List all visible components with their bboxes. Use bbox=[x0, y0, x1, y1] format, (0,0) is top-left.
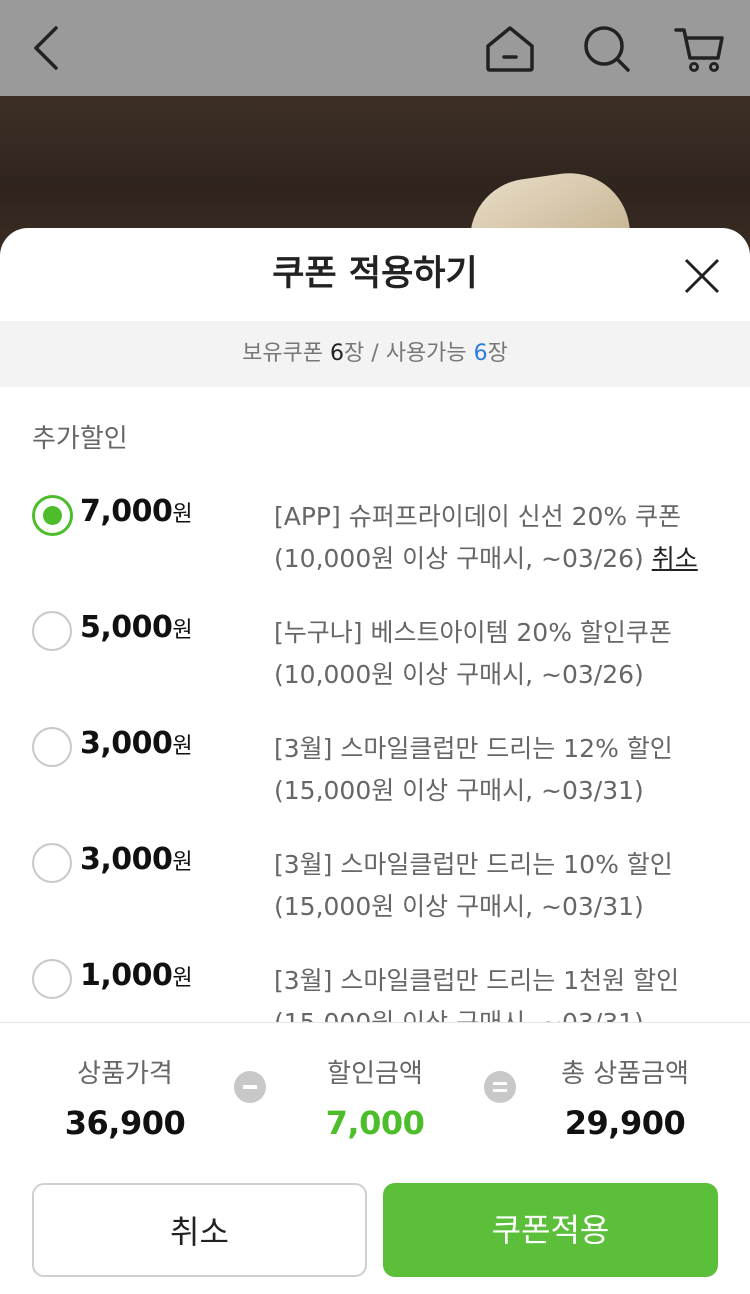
total-price-label: 총 상품금액 bbox=[561, 1059, 689, 1089]
coupon-count-summary: 보유쿠폰 6장 / 사용가능 6장 bbox=[0, 321, 750, 387]
coupon-item[interactable]: 5,000원 [누구나] 베스트아이템 20% 할인쿠폰 (10,000원 이상… bbox=[0, 606, 750, 722]
coupon-title: [3월] 스마일클럽만 드리는 12% 할인 bbox=[274, 734, 673, 763]
apply-coupon-button[interactable]: 쿠폰적용 bbox=[383, 1183, 718, 1277]
coupon-amount-unit: 원 bbox=[172, 618, 193, 643]
coupon-cancel-link[interactable]: 취소 bbox=[652, 544, 698, 573]
usable-count: 6 bbox=[473, 341, 488, 366]
owned-label: 보유쿠폰 bbox=[242, 341, 331, 366]
coupon-amount-value: 3,000 bbox=[80, 842, 173, 877]
owned-unit: 장 bbox=[344, 341, 365, 366]
radio-button[interactable] bbox=[32, 611, 72, 651]
coupon-amount: 3,000원 bbox=[80, 842, 193, 877]
discount-block: 할인금액 7,000 bbox=[250, 1053, 500, 1142]
coupon-amount-value: 5,000 bbox=[80, 610, 173, 645]
home-icon[interactable] bbox=[482, 20, 538, 76]
product-price-value: 36,900 bbox=[64, 1104, 186, 1142]
radio-button[interactable] bbox=[32, 727, 72, 767]
discount-label: 할인금액 bbox=[327, 1059, 423, 1089]
coupon-title: [누구나] 베스트아이템 20% 할인쿠폰 bbox=[274, 618, 672, 647]
summary-separator: / bbox=[364, 341, 386, 366]
coupon-amount: 5,000원 bbox=[80, 610, 193, 645]
discount-value: 7,000 bbox=[325, 1104, 425, 1142]
coupon-amount-unit: 원 bbox=[172, 734, 193, 759]
coupon-description: [3월] 스마일클럽만 드리는 12% 할인 (15,000원 이상 구매시, … bbox=[274, 728, 734, 812]
price-totals: 상품가격 36,900 할인금액 7,000 총 상품금액 29,900 bbox=[0, 1022, 750, 1171]
coupon-title: [APP] 슈퍼프라이데이 신선 20% 쿠폰 bbox=[274, 502, 682, 531]
coupon-amount-value: 3,000 bbox=[80, 726, 173, 761]
radio-button[interactable] bbox=[32, 959, 72, 999]
total-price-value: 29,900 bbox=[564, 1104, 686, 1142]
coupon-amount: 3,000원 bbox=[80, 726, 193, 761]
coupon-condition: (15,000원 이상 구매시, ~03/31) bbox=[274, 892, 644, 921]
coupon-item[interactable]: 7,000원 [APP] 슈퍼프라이데이 신선 20% 쿠폰 (10,000원 … bbox=[0, 490, 750, 606]
coupon-description: [누구나] 베스트아이템 20% 할인쿠폰 (10,000원 이상 구매시, ~… bbox=[274, 612, 734, 696]
coupon-title: [3월] 스마일클럽만 드리는 1천원 할인 bbox=[274, 966, 680, 995]
coupon-condition: (10,000원 이상 구매시, ~03/26) bbox=[274, 660, 644, 689]
coupon-title: [3월] 스마일클럽만 드리는 10% 할인 bbox=[274, 850, 673, 879]
coupon-item[interactable]: 3,000원 [3월] 스마일클럽만 드리는 12% 할인 (15,000원 이… bbox=[0, 722, 750, 838]
coupon-description: [APP] 슈퍼프라이데이 신선 20% 쿠폰 (10,000원 이상 구매시,… bbox=[274, 496, 734, 580]
coupon-condition-text: (10,000원 이상 구매시, ~03/26) bbox=[274, 544, 652, 573]
coupon-amount: 7,000원 bbox=[80, 494, 193, 529]
coupon-condition: (15,000원 이상 구매시, ~03/31) bbox=[274, 776, 644, 805]
section-title: 추가할인 bbox=[32, 424, 128, 454]
coupon-bottom-sheet: 쿠폰 적용하기 보유쿠폰 6장 / 사용가능 6장 추가할인 7,000원 [A… bbox=[0, 228, 750, 1294]
coupon-item[interactable]: 3,000원 [3월] 스마일클럽만 드리는 10% 할인 (15,000원 이… bbox=[0, 838, 750, 954]
coupon-description: [3월] 스마일클럽만 드리는 10% 할인 (15,000원 이상 구매시, … bbox=[274, 844, 734, 928]
owned-count: 6 bbox=[330, 341, 345, 366]
product-price-label: 상품가격 bbox=[77, 1059, 173, 1089]
coupon-amount-unit: 원 bbox=[172, 502, 193, 527]
total-price-block: 총 상품금액 29,900 bbox=[500, 1053, 750, 1142]
cancel-button[interactable]: 취소 bbox=[32, 1183, 367, 1277]
coupon-list: 7,000원 [APP] 슈퍼프라이데이 신선 20% 쿠폰 (10,000원 … bbox=[0, 490, 750, 1070]
product-price-block: 상품가격 36,900 bbox=[0, 1053, 250, 1142]
usable-unit: 장 bbox=[487, 341, 508, 366]
top-nav-bar bbox=[0, 0, 750, 96]
cart-icon[interactable] bbox=[672, 20, 728, 76]
coupon-amount: 1,000원 bbox=[80, 958, 193, 993]
close-icon[interactable] bbox=[678, 252, 726, 300]
coupon-amount-unit: 원 bbox=[172, 850, 193, 875]
back-icon[interactable] bbox=[20, 20, 76, 76]
coupon-condition: (10,000원 이상 구매시, ~03/26) 취소 bbox=[274, 538, 734, 580]
coupon-amount-value: 7,000 bbox=[80, 494, 173, 529]
coupon-amount-value: 1,000 bbox=[80, 958, 173, 993]
usable-label: 사용가능 bbox=[385, 341, 474, 366]
radio-button[interactable] bbox=[32, 843, 72, 883]
coupon-amount-unit: 원 bbox=[172, 966, 193, 991]
search-icon[interactable] bbox=[578, 20, 634, 76]
radio-button-selected[interactable] bbox=[32, 495, 73, 536]
sheet-title: 쿠폰 적용하기 bbox=[272, 254, 478, 294]
